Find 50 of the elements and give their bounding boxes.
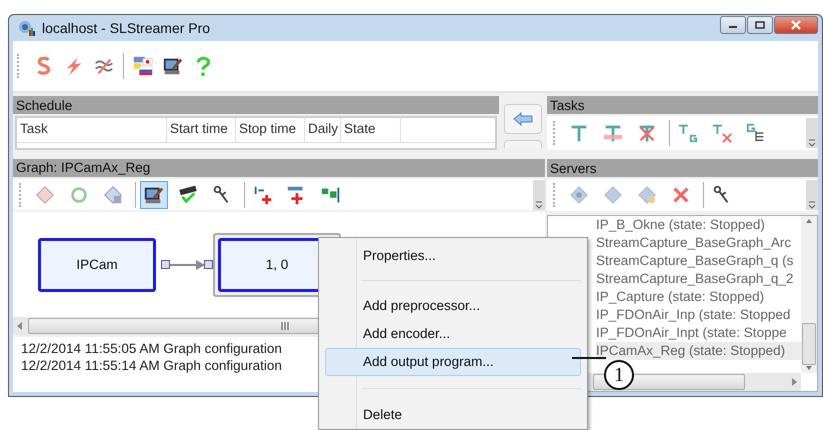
- diamond-icon[interactable]: [602, 184, 624, 206]
- column-header[interactable]: Start time: [167, 118, 236, 142]
- app-logo-icon: [17, 19, 37, 37]
- diamond-icon[interactable]: [636, 184, 658, 206]
- log-line: 12/2/2014 11:55:05 AM Graph configuration: [21, 340, 282, 356]
- server-list-item[interactable]: IP_B_Okne (state: Stopped): [596, 216, 801, 234]
- flags-icon[interactable]: [132, 55, 154, 77]
- close-icon: [790, 20, 802, 30]
- panel-title: Graph: IPCamAx_Reg: [16, 160, 150, 176]
- scroll-right-icon[interactable]: [790, 377, 798, 387]
- stop-icon[interactable]: [34, 184, 56, 206]
- menu-item[interactable]: Delete: [325, 401, 581, 429]
- column-header[interactable]: Stop time: [236, 118, 305, 142]
- leader-line: [572, 357, 606, 359]
- server-list-item[interactable]: IP_Capture (state: Stopped): [596, 288, 801, 306]
- log-line: 12/2/2014 11:55:14 AM Graph configuration: [21, 358, 282, 373]
- vertical-scrollbar[interactable]: [801, 216, 817, 373]
- menu-item[interactable]: Add encoder...: [325, 320, 581, 348]
- column-header[interactable]: State: [341, 118, 401, 142]
- scroll-up-icon[interactable]: [805, 218, 813, 224]
- server-list-item[interactable]: IP_FDOnAir_Inpt (state: Stoppe: [596, 324, 801, 342]
- scroll-left-icon[interactable]: [16, 320, 24, 331]
- close-button[interactable]: [774, 16, 818, 34]
- column-header[interactable]: Task: [17, 118, 167, 142]
- grip-icon: [280, 322, 290, 330]
- server-list-item[interactable]: StreamCapture_BaseGraph_q_2: [596, 270, 801, 288]
- diamond-icon[interactable]: [568, 184, 590, 206]
- panel-title: Schedule: [16, 98, 72, 112]
- panel-title: Tasks: [550, 98, 585, 112]
- scrollbar-thumb[interactable]: [802, 323, 816, 365]
- task-group-icon[interactable]: [677, 122, 699, 144]
- toolbar-overflow-icon[interactable]: [533, 180, 545, 210]
- server-list-item[interactable]: StreamCapture_BaseGraph_Arc: [596, 234, 801, 252]
- task-ungroup-icon[interactable]: [711, 122, 733, 144]
- toolbar-overflow-icon[interactable]: [806, 180, 818, 210]
- maximize-icon: [755, 21, 765, 29]
- move-left-button[interactable]: [504, 104, 542, 134]
- window-title: localhost - SLStreamer Pro: [42, 20, 210, 36]
- panel-title: Servers: [550, 160, 597, 176]
- maximize-button[interactable]: [747, 16, 773, 34]
- menu-item[interactable]: Add output program...: [325, 348, 581, 376]
- server-list-item[interactable]: IP_FDOnAir_Inp (state: Stopped: [596, 306, 801, 324]
- column-header[interactable]: Daily: [305, 118, 341, 142]
- server-list-item[interactable]: IPCamAx_Reg (state: Stopped): [596, 342, 801, 360]
- connector-arrow: [161, 258, 213, 271]
- server-list-item[interactable]: StreamCapture_BaseGraph_q (s: [596, 252, 801, 270]
- left-arrow-icon: [513, 112, 533, 126]
- check-icon[interactable]: [177, 184, 199, 206]
- toolbar-overflow-icon[interactable]: [806, 118, 818, 148]
- minimize-button[interactable]: [720, 16, 746, 34]
